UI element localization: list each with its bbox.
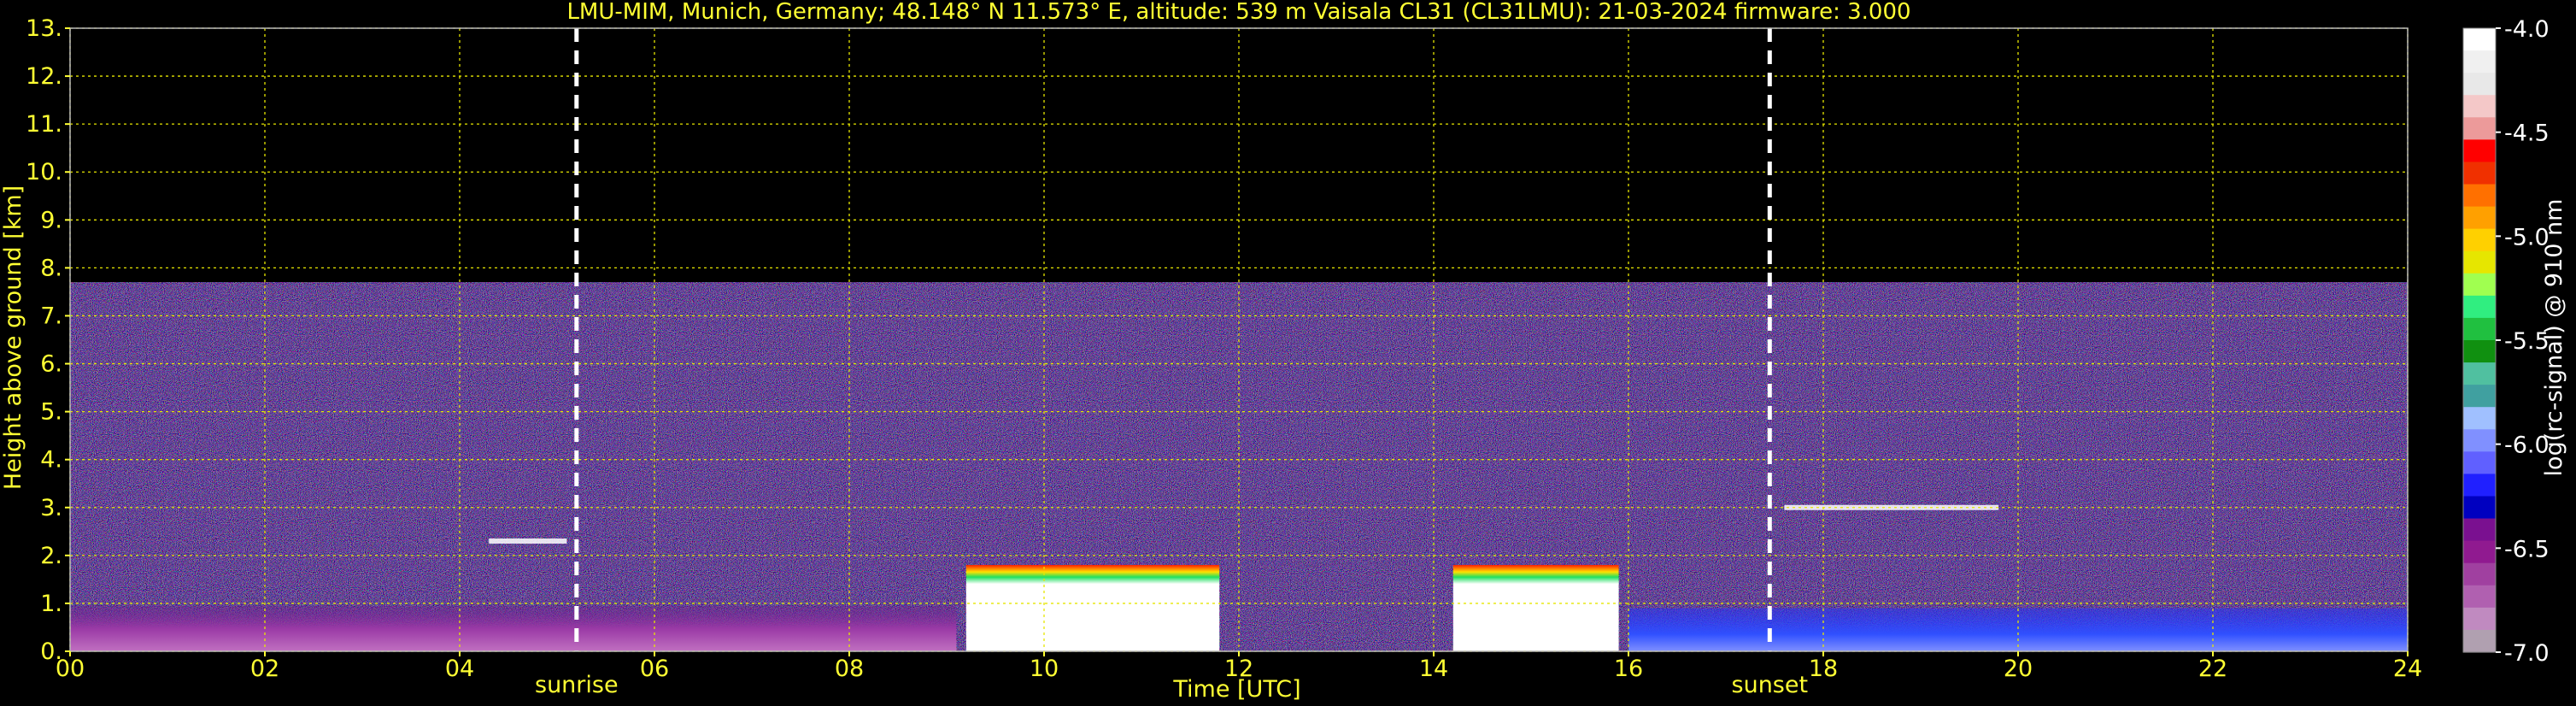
colorbar-tick-label: -4.0 bbox=[2504, 16, 2550, 43]
y-axis-label: Height above ground [km] bbox=[0, 185, 26, 490]
colorbar-swatch bbox=[2463, 95, 2496, 118]
colorbar-swatch bbox=[2463, 340, 2496, 363]
x-tick-label: 18 bbox=[1809, 656, 1838, 682]
colorbar-swatch bbox=[2463, 206, 2496, 230]
event-label-sunset: sunset bbox=[1732, 672, 1809, 698]
x-axis-label: Time [UTC] bbox=[1172, 676, 1300, 703]
feature-cloud bbox=[965, 565, 1220, 651]
y-tick-label: 3. bbox=[40, 495, 62, 521]
colorbar-label: log(rc-signal) @ 910 nm bbox=[2541, 199, 2567, 477]
x-tick-label: 10 bbox=[1030, 656, 1059, 682]
colorbar-swatch bbox=[2463, 50, 2496, 74]
y-tick-label: 8. bbox=[40, 255, 62, 281]
colorbar-swatch bbox=[2463, 228, 2496, 252]
ceilometer-chart: sunrise sunset 00 02 04 06 08 10 12 14 16 18 20 22 24… bbox=[0, 0, 2567, 703]
colorbar-swatch bbox=[2463, 474, 2496, 497]
colorbar-swatch bbox=[2463, 362, 2496, 385]
colorbar-swatch bbox=[2463, 385, 2496, 408]
feature-boundary-layer bbox=[70, 605, 957, 651]
colorbar-swatch bbox=[2463, 295, 2496, 319]
colorbar-swatch bbox=[2463, 162, 2496, 185]
event-label-sunrise: sunrise bbox=[535, 672, 619, 698]
y-tick-label: 9. bbox=[40, 207, 62, 233]
colorbar-swatch bbox=[2463, 273, 2496, 297]
colorbar-swatch bbox=[2463, 540, 2496, 564]
feature-thin-layer bbox=[489, 538, 567, 544]
colorbar-swatch bbox=[2463, 585, 2496, 609]
y-tick-label: 0. bbox=[40, 638, 62, 665]
y-tick-label: 2. bbox=[40, 543, 62, 569]
x-tick-label: 22 bbox=[2198, 656, 2227, 682]
x-tick-label: 20 bbox=[2004, 656, 2033, 682]
x-tick-label: 08 bbox=[835, 656, 864, 682]
colorbar-swatch bbox=[2463, 250, 2496, 274]
colorbar-swatch bbox=[2463, 518, 2496, 542]
colorbar-swatch bbox=[2463, 28, 2496, 51]
colorbar-swatch bbox=[2463, 629, 2496, 653]
feature-cloud bbox=[1452, 565, 1619, 651]
y-tick-label: 13. bbox=[26, 15, 62, 42]
colorbar-swatch bbox=[2463, 184, 2496, 208]
colorbar-swatch bbox=[2463, 451, 2496, 475]
x-tick-label: 16 bbox=[1614, 656, 1643, 682]
colorbar-swatch bbox=[2463, 429, 2496, 452]
y-tick-label: 10. bbox=[26, 159, 62, 185]
y-tick-label: 6. bbox=[40, 351, 62, 378]
colorbar-swatch bbox=[2463, 139, 2496, 163]
x-tick-label: 24 bbox=[2393, 656, 2422, 682]
x-tick-label: 06 bbox=[640, 656, 669, 682]
x-tick-label: 14 bbox=[1419, 656, 1448, 682]
colorbar-swatch bbox=[2463, 607, 2496, 631]
y-tick-label: 5. bbox=[40, 399, 62, 426]
colorbar-tick-label: -4.5 bbox=[2504, 121, 2550, 147]
chart-title: LMU-MIM, Munich, Germany; 48.148° N 11.5… bbox=[566, 0, 1910, 25]
colorbar-swatch bbox=[2463, 73, 2496, 96]
colorbar-swatch bbox=[2463, 562, 2496, 586]
y-tick-label: 7. bbox=[40, 303, 62, 329]
colorbar-swatch bbox=[2463, 407, 2496, 430]
colorbar-tick-label: -7.0 bbox=[2504, 640, 2550, 667]
y-tick-label: 1. bbox=[40, 591, 62, 617]
colorbar-swatch bbox=[2463, 317, 2496, 341]
y-tick-label: 11. bbox=[26, 111, 62, 138]
colorbar-swatch bbox=[2463, 117, 2496, 140]
colorbar-swatch bbox=[2463, 496, 2496, 520]
colorbar-tick-label: -6.5 bbox=[2504, 536, 2550, 562]
y-tick-label: 4. bbox=[40, 447, 62, 474]
y-tick-label: 12. bbox=[26, 63, 62, 90]
x-tick-label: 02 bbox=[250, 656, 279, 682]
x-tick-label: 04 bbox=[445, 656, 474, 682]
